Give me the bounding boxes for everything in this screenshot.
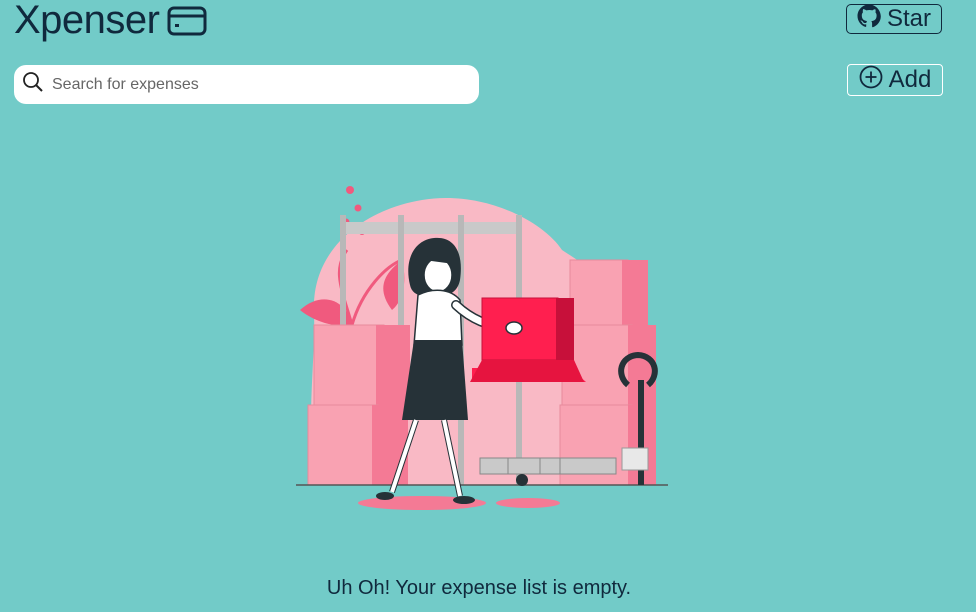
add-expense-button[interactable]: Add (847, 64, 943, 96)
app-brand: Xpenser (14, 0, 207, 43)
search-icon (22, 71, 44, 98)
search-input[interactable] (50, 74, 454, 95)
star-label: Star (886, 5, 931, 32)
add-label: Add (888, 66, 932, 93)
search-bar[interactable] (14, 65, 479, 104)
app-title: Xpenser (14, 0, 160, 42)
empty-state-message: Uh Oh! Your expense list is empty. (326, 577, 632, 599)
credit-card-icon (167, 5, 207, 37)
github-star-button[interactable]: Star (846, 4, 942, 34)
github-icon (857, 4, 881, 35)
empty-state-illustration (292, 180, 672, 520)
plus-circle-icon (859, 65, 883, 96)
